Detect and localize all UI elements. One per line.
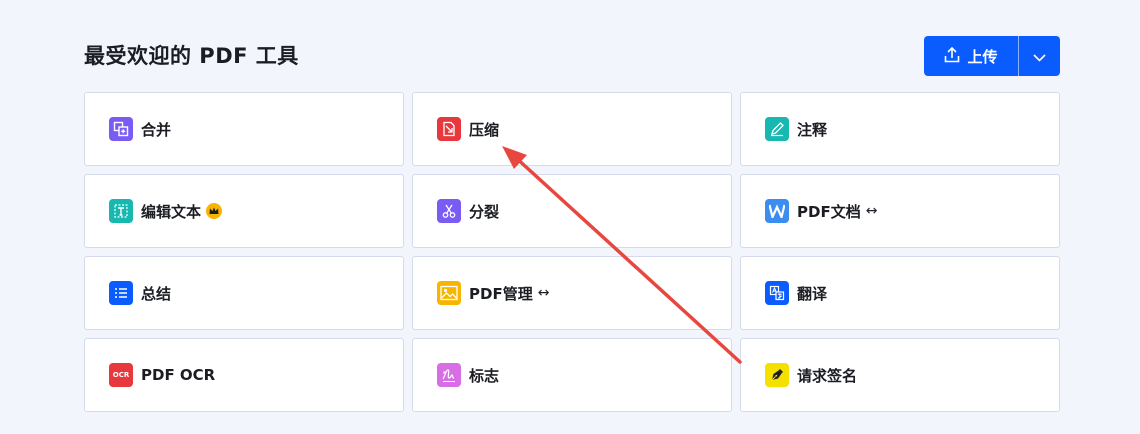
compress-icon: [437, 117, 461, 141]
list-icon: [109, 281, 133, 305]
convert-arrows: ↔: [537, 285, 550, 301]
scissors-icon: [437, 199, 461, 223]
upload-dropdown-button[interactable]: [1019, 36, 1060, 76]
tool-label: 总结: [141, 284, 172, 303]
merge-icon: [109, 117, 133, 141]
tool-label: 翻译: [797, 284, 828, 303]
upload-icon: [944, 46, 960, 67]
upload-button[interactable]: 上传: [924, 36, 1018, 76]
tool-label: 合并: [141, 120, 172, 139]
ocr-icon: OCR: [109, 363, 133, 387]
tool-card-summarize[interactable]: 总结: [84, 256, 404, 330]
page-title: 最受欢迎的 PDF 工具: [84, 44, 299, 68]
convert-arrows: ↔: [865, 203, 878, 219]
tool-card-split[interactable]: 分裂: [412, 174, 732, 248]
translate-icon: [765, 281, 789, 305]
tool-card-request-signature[interactable]: 请求签名: [740, 338, 1060, 412]
tool-card-edit-text[interactable]: 编辑文本: [84, 174, 404, 248]
tool-card-pdf-ocr[interactable]: OCR PDF OCR: [84, 338, 404, 412]
tool-label: 分裂: [469, 202, 500, 221]
tool-label: PDF文档: [797, 202, 861, 221]
word-icon: [765, 199, 789, 223]
upload-button-group[interactable]: 上传: [924, 36, 1060, 76]
tool-label: PDF OCR: [141, 366, 216, 384]
tool-label: 注释: [797, 120, 828, 139]
tool-label: 编辑文本: [141, 202, 202, 221]
tool-card-translate[interactable]: 翻译: [740, 256, 1060, 330]
tools-grid: 合并 压缩 注释 编辑文本 分裂 PDF文档 ↔ 总结 PDF管理 ↔ 翻译 O…: [84, 92, 1060, 412]
ocr-icon-text: OCR: [112, 371, 130, 379]
chevron-down-icon: [1033, 47, 1046, 66]
tool-label: 压缩: [469, 120, 500, 139]
tool-label: PDF管理: [469, 284, 533, 303]
upload-label: 上传: [967, 47, 998, 66]
tool-card-compress[interactable]: 压缩: [412, 92, 732, 166]
signature-icon: [437, 363, 461, 387]
tool-card-merge[interactable]: 合并: [84, 92, 404, 166]
edit-text-icon: [109, 199, 133, 223]
pencil-icon: [765, 117, 789, 141]
tool-card-pdf-manage[interactable]: PDF管理 ↔: [412, 256, 732, 330]
tool-label: 请求签名: [797, 366, 858, 385]
pen-nib-icon: [765, 363, 789, 387]
tool-label: 标志: [469, 366, 500, 385]
crown-icon: [206, 203, 223, 219]
tool-card-sign[interactable]: 标志: [412, 338, 732, 412]
image-icon: [437, 281, 461, 305]
tool-card-pdf-to-word[interactable]: PDF文档 ↔: [740, 174, 1060, 248]
tool-card-annotate[interactable]: 注释: [740, 92, 1060, 166]
